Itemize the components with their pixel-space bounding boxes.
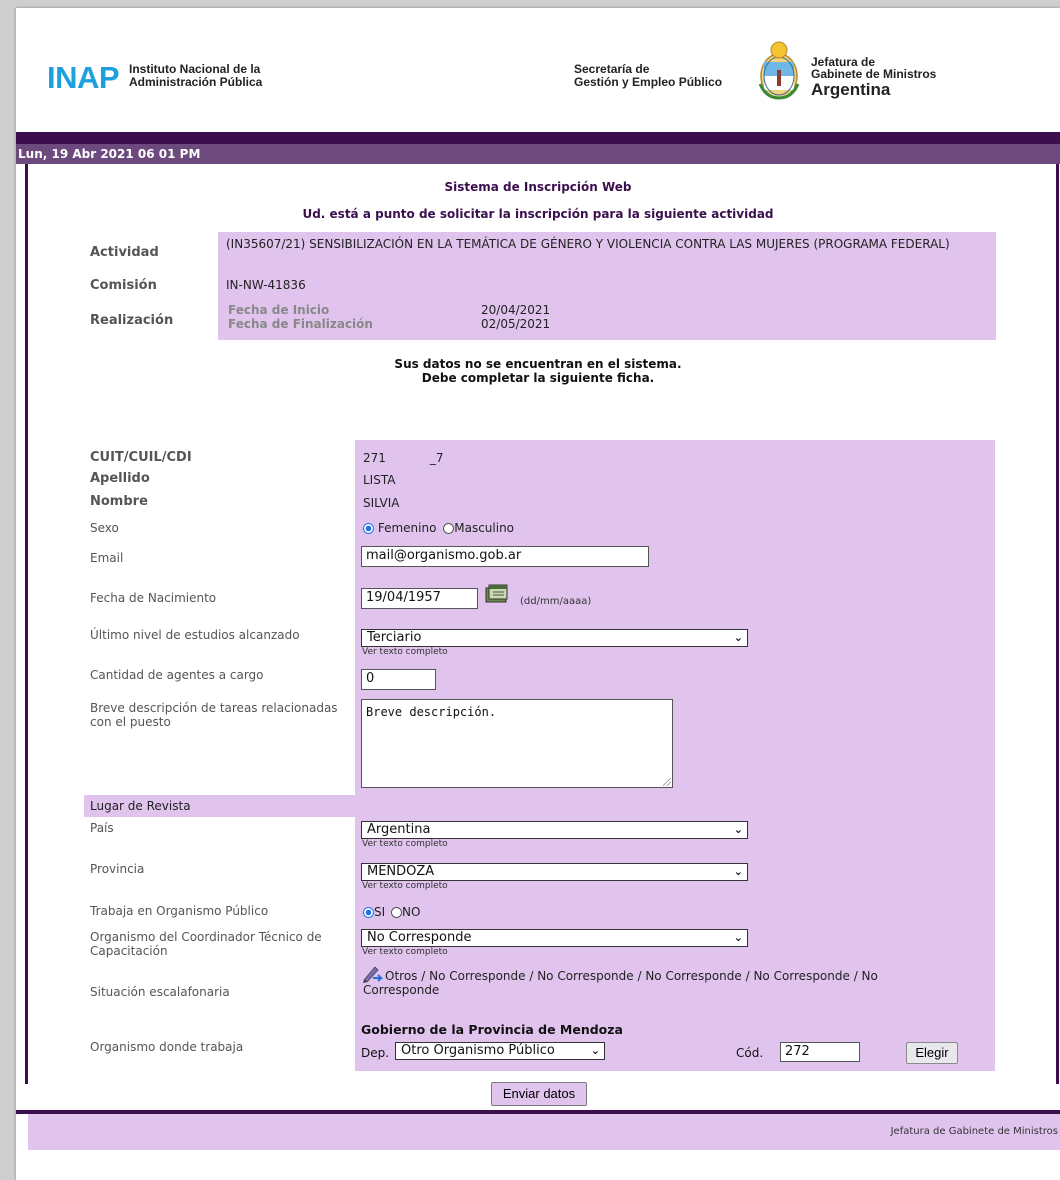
descripcion-text: Breve descripción.: [366, 705, 497, 719]
fecha-fin-value: 02/05/2021: [481, 317, 551, 331]
fecha-formato-hint: (dd/mm/aaaa): [520, 596, 592, 607]
trabaja-radio-group: SI NO: [363, 905, 420, 919]
notice-line2: Debe completar la siguiente ficha.: [421, 371, 655, 385]
pais-label: País: [90, 821, 114, 835]
cod-field[interactable]: 272: [780, 1042, 860, 1062]
jefatura-line2: Gabinete de Ministros: [811, 67, 937, 81]
sexo-masculino-radio[interactable]: [443, 523, 455, 534]
calendar-icon[interactable]: [484, 582, 510, 606]
elegir-button[interactable]: Elegir: [906, 1042, 958, 1064]
provincia-label: Provincia: [90, 862, 145, 876]
cod-label: Cód.: [736, 1046, 764, 1060]
jefatura-argentina: Argentina: [811, 80, 891, 99]
chevron-down-icon: ⌄: [733, 823, 743, 836]
inap-name: Instituto Nacional de la Administración …: [129, 63, 262, 89]
enviar-datos-button[interactable]: Enviar datos: [491, 1082, 587, 1106]
apellido-label: Apellido: [90, 471, 150, 486]
cuit-value: 271 _7: [363, 451, 444, 465]
provincia-select-value: MENDOZA: [367, 864, 435, 879]
sexo-femenino-radio[interactable]: [363, 523, 374, 534]
page: INAP Instituto Nacional de la Administra…: [16, 8, 1060, 1180]
pais-select[interactable]: Argentina ⌄: [361, 821, 748, 839]
notice-line1: Sus datos no se encuentran en el sistema…: [394, 357, 682, 371]
coordinador-label: Organismo del Coordinador Técnico de Cap…: [90, 930, 322, 958]
agentes-label: Cantidad de agentes a cargo: [90, 668, 264, 682]
estudios-select-value: Terciario: [367, 630, 422, 645]
actividad-value: (IN35607/21) SENSIBILIZACIÓN EN LA TEMÁT…: [226, 237, 950, 251]
system-title: Sistema de Inscripción Web: [444, 180, 632, 194]
secretaria-text: Secretaría de Gestión y Empleo Público: [574, 63, 722, 89]
trabaja-si-radio[interactable]: [363, 907, 374, 918]
date-bar: Lun, 19 Abr 2021 06 01 PM: [16, 144, 1060, 164]
fecha-fin-label: Fecha de Finalización: [228, 317, 373, 331]
estudios-label: Último nivel de estudios alcanzado: [90, 628, 300, 642]
descripcion-textarea[interactable]: Breve descripción.: [361, 699, 673, 788]
sexo-label: Sexo: [90, 521, 119, 535]
sexo-masculino-label[interactable]: Masculino: [454, 521, 514, 535]
left-border-line: [25, 164, 28, 1084]
sexo-radio-group: Femenino Masculino: [363, 521, 514, 535]
fecha-inicio-value: 20/04/2021: [481, 303, 551, 317]
page-subtitle: Ud. está a punto de solicitar la inscrip…: [302, 207, 774, 221]
cuit-label: CUIT/CUIL/CDI: [90, 450, 192, 465]
cuit-value-end: _7: [429, 451, 444, 465]
resize-handle-icon[interactable]: [663, 778, 671, 786]
inap-logo: INAP: [47, 60, 120, 95]
chevron-down-icon: ⌄: [733, 865, 743, 878]
email-field[interactable]: mail@organismo.gob.ar: [361, 546, 649, 567]
coordinador-select[interactable]: No Corresponde ⌄: [361, 929, 748, 947]
chevron-down-icon: ⌄: [733, 931, 743, 944]
pais-select-value: Argentina: [367, 822, 431, 837]
estudios-select[interactable]: Terciario ⌄: [361, 629, 748, 647]
pais-ver-texto-link[interactable]: Ver texto completo: [362, 839, 448, 849]
fecha-inicio-label: Fecha de Inicio: [228, 303, 330, 317]
cuit-value-start: 271: [363, 451, 386, 465]
apellido-value: LISTA: [363, 473, 396, 487]
trabaja-no-label[interactable]: NO: [402, 905, 420, 919]
header: INAP Instituto Nacional de la Administra…: [16, 8, 1060, 134]
secretaria-line2: Gestión y Empleo Público: [574, 75, 723, 89]
inap-name-line2: Administración Pública: [129, 75, 263, 89]
lugar-revista-title: Lugar de Revista: [90, 799, 191, 813]
comision-label: Comisión: [90, 278, 157, 293]
actividad-label: Actividad: [90, 245, 159, 260]
trabaja-label: Trabaja en Organismo Público: [90, 904, 269, 918]
escudo-argentina-icon: [758, 41, 800, 100]
footer: Jefatura de Gabinete de Ministros: [28, 1114, 1060, 1150]
provincia-select[interactable]: MENDOZA ⌄: [361, 863, 748, 881]
jefatura-text: Jefatura de Gabinete de Ministros Argent…: [811, 56, 936, 99]
fecha-nacimiento-field[interactable]: 19/04/1957: [361, 588, 478, 609]
current-date: Lun, 19 Abr 2021 06 01 PM: [18, 147, 201, 161]
nombre-value: SILVIA: [363, 496, 400, 510]
descripcion-label: Breve descripción de tareas relacionadas…: [90, 701, 338, 729]
provincia-ver-texto-link[interactable]: Ver texto completo: [362, 881, 448, 891]
trabaja-si-label[interactable]: SI: [374, 905, 385, 919]
estudios-ver-texto-link[interactable]: Ver texto completo: [362, 647, 448, 657]
sexo-femenino-label[interactable]: Femenino: [378, 521, 437, 535]
situacion-value: Otros / No Corresponde / No Corresponde …: [363, 969, 878, 997]
dep-label: Dep.: [361, 1046, 390, 1060]
situacion-label: Situación escalafonaria: [90, 985, 230, 999]
organismo-label: Organismo donde trabaja: [90, 1040, 244, 1054]
footer-text: Jefatura de Gabinete de Ministros: [890, 1126, 1058, 1137]
chevron-down-icon: ⌄: [733, 631, 743, 644]
dep-select[interactable]: Otro Organismo Público ⌄: [395, 1042, 605, 1060]
top-purple-bar: [16, 132, 1060, 144]
organismo-gobierno: Gobierno de la Provincia de Mendoza: [361, 1022, 623, 1037]
chevron-down-icon: ⌄: [590, 1044, 600, 1057]
agentes-field[interactable]: 0: [361, 669, 436, 690]
dep-select-value: Otro Organismo Público: [401, 1043, 555, 1058]
coordinador-ver-texto-link[interactable]: Ver texto completo: [362, 947, 448, 957]
comision-value: IN-NW-41836: [226, 278, 306, 292]
email-label: Email: [90, 551, 124, 565]
realizacion-label: Realización: [90, 313, 174, 328]
nombre-label: Nombre: [90, 494, 148, 509]
nacimiento-label: Fecha de Nacimiento: [90, 591, 217, 605]
trabaja-no-radio[interactable]: [390, 907, 402, 918]
right-border-line: [1056, 164, 1059, 1084]
coordinador-select-value: No Corresponde: [367, 930, 472, 945]
